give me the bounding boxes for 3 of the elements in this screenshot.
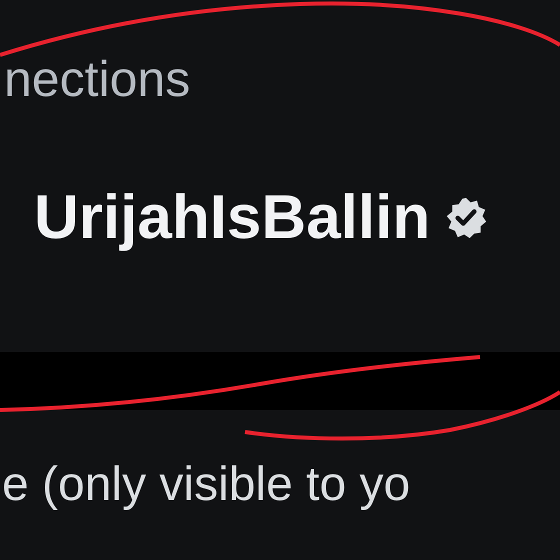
username: UrijahIsBallin bbox=[34, 184, 430, 252]
section-heading: nections bbox=[4, 54, 192, 104]
note-text: e (only visible to yo bbox=[1, 458, 410, 512]
